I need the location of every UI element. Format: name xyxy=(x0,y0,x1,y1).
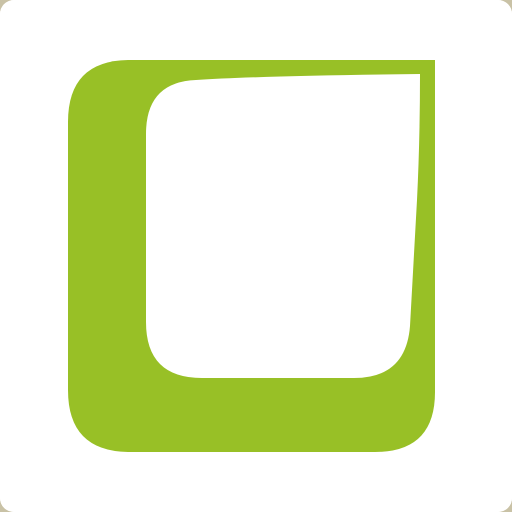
leaf-square-logo-icon xyxy=(0,0,512,512)
logo-inner-cutout xyxy=(146,74,420,378)
app-icon-tile[interactable] xyxy=(0,0,512,512)
